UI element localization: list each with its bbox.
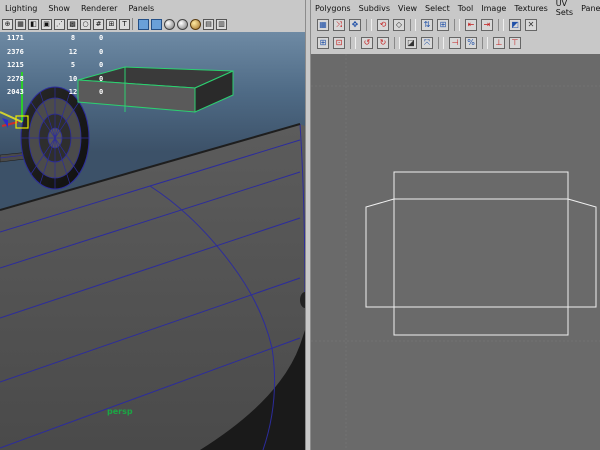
menu-view[interactable]: View <box>394 4 421 13</box>
merge-icon[interactable]: ⊥ <box>493 37 505 49</box>
toolbar-separator <box>394 37 400 49</box>
uv-editor-canvas[interactable] <box>311 54 600 450</box>
smooth-shade-icon[interactable]: ◧ <box>28 18 39 30</box>
toolbar-separator <box>350 37 356 49</box>
uv-editor-toolbar: ▦ ⤨ ✥ ⟲ ◇ ⇅ ⊞ ⇤ ⇥ ◩ ✕ ⊞ ⊡ ↺ ↻ ◪ ⤧ ⊣ % ⊥ … <box>311 16 600 54</box>
perspective-panel: Lighting Show Renderer Panels ⊕ ▦ ◧ ▣ ⋰ … <box>0 0 305 450</box>
uv-snapshot-icon[interactable]: ▦ <box>317 19 329 31</box>
rotate-uv-ccw-icon[interactable]: ⟲ <box>377 19 389 31</box>
select-camera-icon[interactable]: ⊕ <box>2 18 13 30</box>
hud-row: 1215 5 0 <box>7 61 104 69</box>
uv-layout <box>311 54 600 450</box>
menu-lighting[interactable]: Lighting <box>0 4 43 13</box>
hud-icon[interactable]: ▥ <box>216 18 227 30</box>
display-image-icon[interactable]: ◩ <box>509 19 521 31</box>
uv-texture-editor: Polygons Subdivs View Select Tool Image … <box>311 0 600 450</box>
straighten-icon[interactable]: ⤧ <box>421 37 433 49</box>
hud-row: 2043 12 0 <box>7 88 104 96</box>
layout-icon[interactable]: ⊣ <box>449 37 461 49</box>
flip-u-icon[interactable]: ◇ <box>393 19 405 31</box>
unfold-icon[interactable]: ✥ <box>349 19 361 31</box>
hud-row: 2376 12 0 <box>7 47 104 56</box>
camera-name-label: persp <box>107 407 133 416</box>
rotate-right-icon[interactable]: ↻ <box>377 37 389 49</box>
toolbar-separator <box>482 37 488 49</box>
display-texture-icon[interactable]: ▤ <box>203 18 214 30</box>
grid-view-icon[interactable]: ⊞ <box>317 37 329 49</box>
points-icon[interactable]: ⋰ <box>54 18 65 30</box>
menu-show[interactable]: Show <box>43 4 76 13</box>
toolbar-separator <box>366 19 372 31</box>
toolbar-separator <box>132 18 136 30</box>
menu-image[interactable]: Image <box>477 4 510 13</box>
uv-editor-menu-bar: Polygons Subdivs View Select Tool Image … <box>311 0 600 17</box>
viewport-menu-bar: Lighting Show Renderer Panels <box>0 0 305 16</box>
hud-row: 2278 10 0 <box>7 74 104 83</box>
bounding-box-icon[interactable]: ▣ <box>41 18 52 30</box>
toolbar-row-2: ⊞ ⊡ ↺ ↻ ◪ ⤧ ⊣ % ⊥ ⊤ <box>315 35 523 51</box>
checker-icon[interactable]: ✕ <box>525 19 537 31</box>
viewport-toolbar: ⊕ ▦ ◧ ▣ ⋰ ▩ ○ # ⊞ T ▤ ▥ <box>0 16 305 32</box>
sew-uv-icon[interactable]: ⇥ <box>481 19 493 31</box>
uv-grid <box>311 54 600 450</box>
menu-uv-sets[interactable]: UV Sets <box>552 0 577 17</box>
poly-count-hud: 1171 8 0 2376 12 0 1215 5 0 2278 10 0 2043 12 0 <box>7 32 129 100</box>
menu-polygons[interactable]: Polygons <box>311 4 355 13</box>
uv-shell[interactable] <box>365 171 597 336</box>
menu-panels[interactable]: Panels <box>577 4 600 13</box>
delete-icon[interactable]: ⊤ <box>509 37 521 49</box>
menu-select[interactable]: Select <box>421 4 454 13</box>
texture-icon[interactable]: ▩ <box>67 18 78 30</box>
resolution-gate-icon[interactable]: T <box>119 18 130 30</box>
hud-row: 1171 8 0 <box>7 34 104 42</box>
cut-icon[interactable]: ◪ <box>405 37 417 49</box>
toolbar-row-1: ▦ ⤨ ✥ ⟲ ◇ ⇅ ⊞ ⇤ ⇥ ◩ ✕ <box>315 17 539 33</box>
align-icon[interactable]: ⊞ <box>437 19 449 31</box>
move-uv-icon[interactable]: ⤨ <box>333 19 345 31</box>
frame-all-icon[interactable]: ⊡ <box>333 37 345 49</box>
toolbar-separator <box>454 19 460 31</box>
rotate-left-icon[interactable]: ↺ <box>361 37 373 49</box>
lights-icon[interactable] <box>177 18 188 30</box>
xray-icon[interactable] <box>190 18 201 30</box>
film-gate-icon[interactable]: ⊞ <box>106 18 117 30</box>
grid-icon[interactable]: # <box>93 18 104 30</box>
perspective-viewport[interactable]: 1171 8 0 2376 12 0 1215 5 0 2278 10 0 2043 12 0 <box>0 32 305 450</box>
split-icon[interactable]: % <box>465 37 477 49</box>
shaded-icon[interactable] <box>138 18 149 30</box>
menu-subdivs[interactable]: Subdivs <box>355 4 394 13</box>
toolbar-separator <box>498 19 504 31</box>
stack-icon[interactable]: ⇅ <box>421 19 433 31</box>
isolate-icon[interactable]: ○ <box>80 18 91 30</box>
menu-renderer[interactable]: Renderer <box>76 4 124 13</box>
menu-panels[interactable]: Panels <box>123 4 160 13</box>
menu-tool[interactable]: Tool <box>454 4 478 13</box>
maya-application: Lighting Show Renderer Panels ⊕ ▦ ◧ ▣ ⋰ … <box>0 0 600 450</box>
toolbar-separator <box>410 19 416 31</box>
default-material-icon[interactable] <box>164 18 175 30</box>
menu-textures[interactable]: Textures <box>510 4 551 13</box>
wireframe-icon[interactable]: ▦ <box>15 18 26 30</box>
toolbar-separator <box>438 37 444 49</box>
wire-on-shaded-icon[interactable] <box>151 18 162 30</box>
cut-uv-icon[interactable]: ⇤ <box>465 19 477 31</box>
